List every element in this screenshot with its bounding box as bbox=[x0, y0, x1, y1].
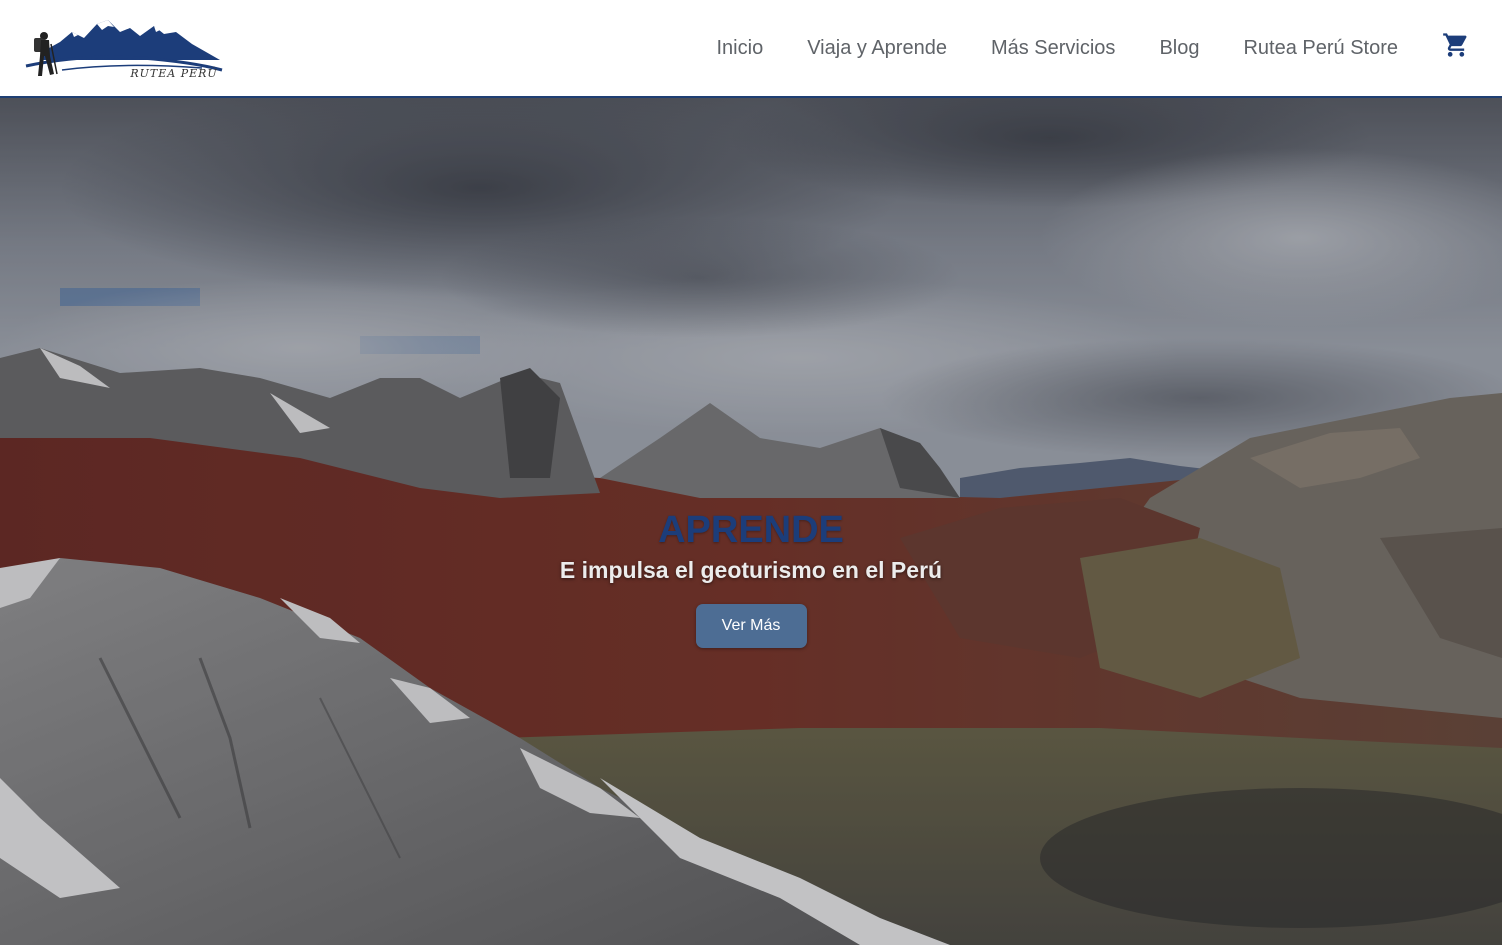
main-navigation: Inicio Viaja y Aprende Más Servicios Blo… bbox=[717, 0, 1399, 96]
nav-link-viaja-y-aprende[interactable]: Viaja y Aprende bbox=[807, 37, 947, 60]
nav-link-store[interactable]: Rutea Perú Store bbox=[1243, 37, 1398, 60]
hero-title: APRENDE bbox=[658, 509, 844, 551]
nav-link-inicio[interactable]: Inicio bbox=[717, 37, 764, 60]
logo-wordmark: RUTEA PERÚ bbox=[130, 67, 218, 80]
ver-mas-button[interactable]: Ver Más bbox=[695, 604, 807, 648]
shopping-cart-icon[interactable] bbox=[1442, 31, 1470, 59]
site-logo[interactable]: RUTEA PERÚ bbox=[22, 14, 226, 84]
hero-subtitle: E impulsa el geoturismo en el Perú bbox=[559, 557, 943, 583]
hero-content: APRENDE E impulsa el geoturismo en el Pe… bbox=[0, 508, 1502, 648]
nav-link-blog[interactable]: Blog bbox=[1159, 37, 1199, 60]
site-header: RUTEA PERÚ Inicio Viaja y Aprende Más Se… bbox=[0, 0, 1502, 98]
hero-banner: APRENDE E impulsa el geoturismo en el Pe… bbox=[0, 98, 1502, 945]
nav-link-mas-servicios[interactable]: Más Servicios bbox=[991, 37, 1115, 60]
